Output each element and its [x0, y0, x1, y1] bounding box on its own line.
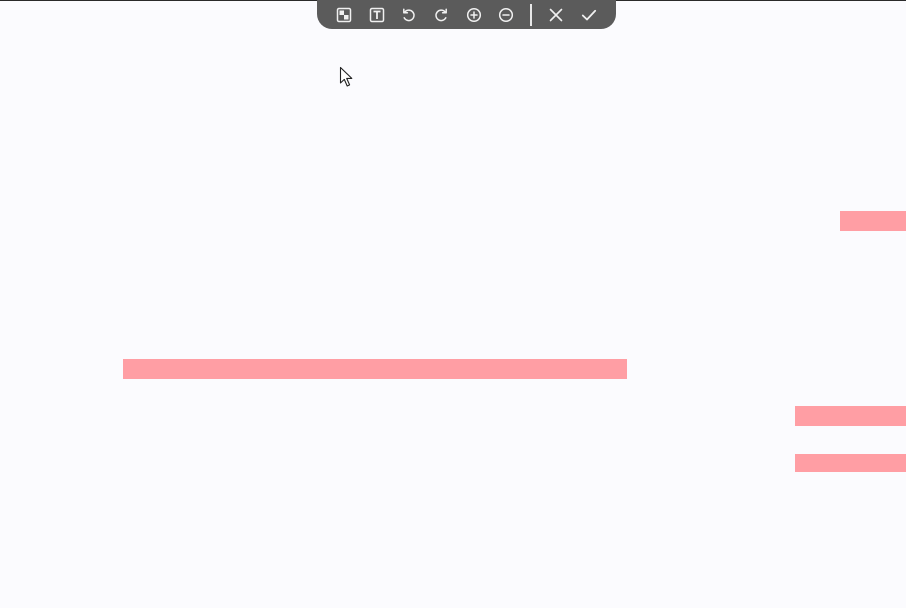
text-box-icon — [369, 7, 384, 22]
area-select-icon — [336, 7, 352, 22]
checkmark-icon — [581, 9, 596, 20]
cancel-button[interactable] — [540, 0, 572, 29]
highlight-mark[interactable] — [123, 359, 627, 379]
zoom-out-icon — [499, 7, 514, 22]
close-icon — [550, 8, 563, 21]
confirm-button[interactable] — [573, 0, 605, 29]
undo-button[interactable] — [393, 0, 425, 29]
highlight-mark[interactable] — [795, 454, 906, 472]
text-button[interactable] — [360, 0, 392, 29]
mouse-pointer-icon — [339, 66, 353, 87]
zoom-in-icon — [466, 7, 481, 22]
annotation-toolbar — [317, 0, 616, 29]
highlight-mark[interactable] — [795, 406, 906, 426]
highlight-mark[interactable] — [840, 211, 906, 231]
zoom-out-button[interactable] — [490, 0, 522, 29]
toolbar-separator — [530, 3, 533, 26]
undo-icon — [402, 7, 415, 21]
redo-button[interactable] — [425, 0, 457, 29]
zoom-in-button[interactable] — [458, 0, 490, 29]
area-select-button[interactable] — [328, 0, 360, 29]
redo-icon — [435, 7, 448, 21]
